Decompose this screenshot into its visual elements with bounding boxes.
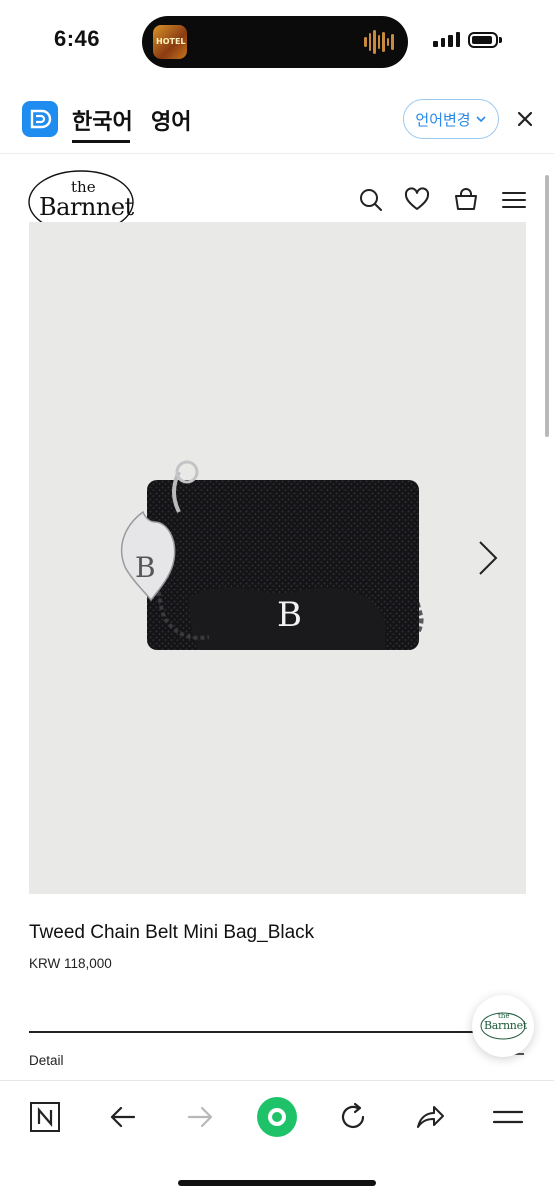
svg-text:B: B bbox=[135, 551, 156, 584]
active-tab-indicator bbox=[72, 140, 130, 143]
battery-tip bbox=[499, 37, 502, 43]
battery-icon bbox=[468, 32, 498, 48]
status-time: 6:46 bbox=[54, 26, 101, 51]
change-language-button[interactable]: 언어변경 bbox=[403, 99, 499, 139]
translate-app-icon bbox=[22, 101, 58, 137]
tab-korean[interactable]: 한국어 bbox=[72, 104, 133, 136]
green-home-icon[interactable] bbox=[257, 1097, 297, 1137]
section-divider bbox=[29, 1031, 525, 1033]
heart-icon[interactable] bbox=[404, 187, 430, 213]
menu-icon[interactable] bbox=[491, 1100, 525, 1134]
product-price: KRW 118,000 bbox=[29, 956, 112, 971]
floating-brand-button[interactable]: the Barnnet bbox=[472, 995, 534, 1057]
chevron-right-icon[interactable] bbox=[474, 538, 502, 578]
close-icon[interactable] bbox=[514, 108, 536, 130]
home-indicator[interactable] bbox=[178, 1180, 376, 1186]
product-name: Tweed Chain Belt Mini Bag_Black bbox=[29, 922, 315, 943]
now-playing-thumbnail: HOTEL bbox=[153, 25, 187, 59]
chevron-down-icon bbox=[476, 116, 486, 123]
reload-icon[interactable] bbox=[336, 1100, 370, 1134]
change-language-label: 언어변경 bbox=[415, 111, 471, 129]
divider bbox=[0, 153, 554, 154]
menu-icon[interactable] bbox=[501, 187, 527, 213]
detail-section-toggle[interactable]: Detail bbox=[29, 1053, 64, 1068]
signal-icon bbox=[433, 32, 460, 47]
back-arrow-icon[interactable] bbox=[106, 1100, 140, 1134]
product-image[interactable]: B B bbox=[29, 222, 526, 894]
shopping-bag-icon[interactable] bbox=[453, 187, 479, 213]
search-icon[interactable] bbox=[358, 187, 384, 213]
dynamic-island[interactable]: HOTEL bbox=[142, 16, 408, 68]
naver-n-icon[interactable] bbox=[28, 1100, 62, 1134]
share-icon[interactable] bbox=[413, 1100, 447, 1134]
scrollbar[interactable] bbox=[545, 175, 549, 437]
tab-english[interactable]: 영어 bbox=[151, 104, 191, 136]
audio-waveform-icon bbox=[364, 30, 395, 54]
bag-logo-letter: B bbox=[277, 595, 302, 635]
forward-arrow-icon[interactable] bbox=[183, 1100, 217, 1134]
